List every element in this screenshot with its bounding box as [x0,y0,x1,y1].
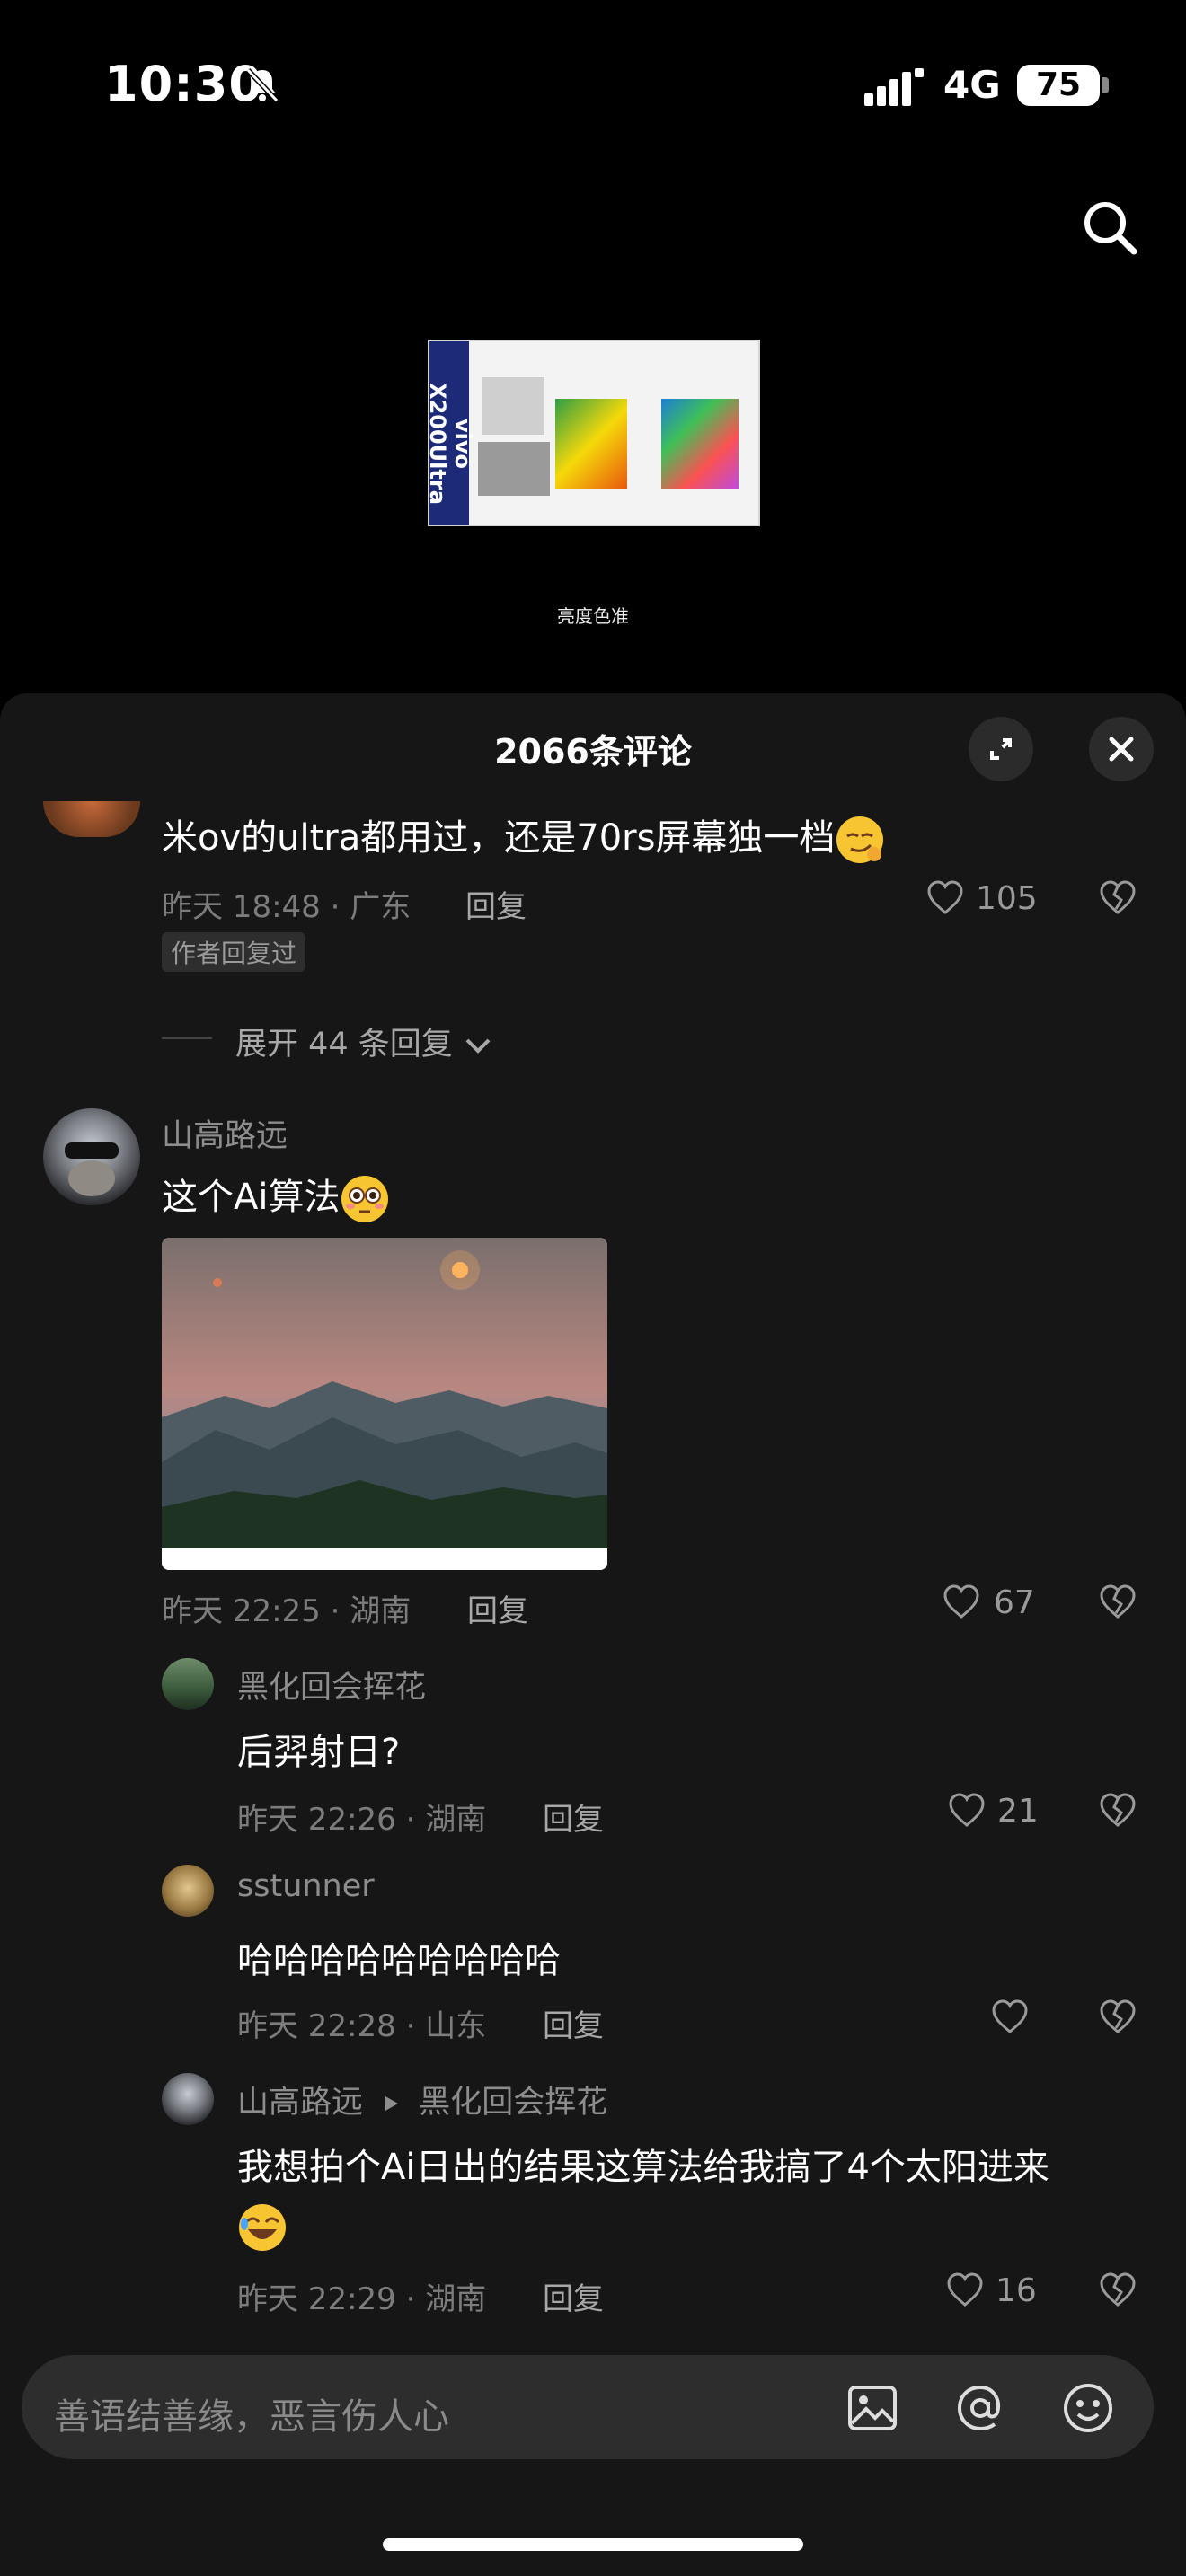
video-chart-thumb [478,442,550,496]
sunrise-mountain-photo [162,1238,607,1570]
expand-replies-button[interactable]: 展开 44 条回复 [235,1019,493,1064]
video-chart-thumb [555,399,627,489]
like-count: 105 [976,880,1038,917]
home-indicator[interactable] [383,2538,803,2551]
comment-input-placeholder[interactable]: 善语结善缘，恶言伤人心 [54,2387,449,2439]
expand-icon [990,738,1012,760]
like-count: 16 [996,2272,1037,2309]
avatar[interactable] [162,1658,214,1710]
reply-button[interactable]: 回复 [543,2274,604,2318]
like-icon[interactable] [925,878,965,918]
video-side-text: vivo X200Ultra [428,383,475,505]
rofl-emoji-icon [239,2204,286,2251]
smirk-emoji-icon [836,816,884,863]
comment-time: 昨天 22:28 · 山东 [237,2008,487,2044]
status-time: 10:30 [104,56,263,112]
comment-text: 米ov的ultra都用过，还是70rs屏幕独一档 [162,808,885,865]
comment-text: 后羿射日? [237,1732,401,1773]
reply-header: 山高路远 黑化回会挥花 [237,2077,607,2122]
avatar[interactable] [162,1865,214,1917]
close-icon [1109,737,1134,762]
comment-text: 这个Ai算法 [162,1168,390,1224]
flushed-emoji-icon [341,1176,389,1222]
video-side-banner: vivo X200Ultra [429,341,475,525]
like-count: 21 [997,1793,1039,1830]
dislike-icon[interactable] [1098,1998,1137,2037]
comment-text: 我想拍个Ai日出的结果这算法给我搞了4个太阳进来 [237,2147,1049,2188]
reply-to-username[interactable]: 黑化回会挥花 [419,2085,607,2121]
comment-text: 哈哈哈哈哈哈哈哈哈 [237,1940,561,1981]
network-type: 4G [943,63,1001,107]
avatar-face-icon [65,1142,119,1196]
reply-button[interactable]: 回复 [543,1795,604,1839]
video-caption: 亮度色准 [557,605,629,627]
like-icon[interactable] [945,2271,985,2310]
signal-icon [864,68,924,106]
chevron-down-icon [465,1038,491,1054]
expand-button[interactable] [969,717,1033,781]
comment-time: 昨天 22:25 · 湖南 [162,1593,412,1629]
video-chart-thumb [482,377,544,435]
bell-off-icon [245,67,279,103]
dislike-icon[interactable] [1098,878,1137,918]
dislike-icon[interactable] [1098,2271,1137,2310]
comment-image[interactable] [162,1238,607,1570]
dislike-icon[interactable] [1098,1791,1137,1831]
comment-time: 昨天 18:48 · 广东 [162,889,412,925]
username[interactable]: 黑化回会挥花 [237,1662,426,1707]
reply-button[interactable]: 回复 [465,882,527,926]
mention-icon[interactable] [952,2380,1008,2436]
dislike-icon[interactable] [1098,1583,1137,1622]
video-chart-thumb [661,399,739,489]
video-thumbnail[interactable]: vivo X200Ultra [428,340,760,526]
comment-time: 昨天 22:26 · 湖南 [237,1802,487,1838]
reply-button[interactable]: 回复 [467,1586,528,1630]
reply-button[interactable]: 回复 [543,2001,604,2045]
reply-to-arrow-icon [385,2096,399,2111]
avatar[interactable] [162,2073,214,2125]
search-icon[interactable] [1078,196,1141,259]
like-icon[interactable] [990,1998,1030,2037]
username[interactable]: sstunner [237,1868,375,1904]
battery-level: 75 [1017,65,1100,106]
username[interactable]: 山高路远 [162,1110,288,1156]
like-icon[interactable] [947,1791,987,1831]
emoji-icon[interactable] [1060,2380,1116,2436]
image-picker-icon[interactable] [845,2380,900,2436]
like-count: 67 [994,1584,1035,1621]
author-replied-badge: 作者回复过 [162,932,306,972]
battery-cap [1102,77,1109,93]
username[interactable]: 山高路远 [237,2085,363,2121]
divider [162,1037,212,1039]
avatar[interactable] [43,1108,140,1205]
close-button[interactable] [1089,717,1154,781]
like-icon[interactable] [942,1583,981,1622]
comment-time: 昨天 22:29 · 湖南 [237,2281,487,2317]
